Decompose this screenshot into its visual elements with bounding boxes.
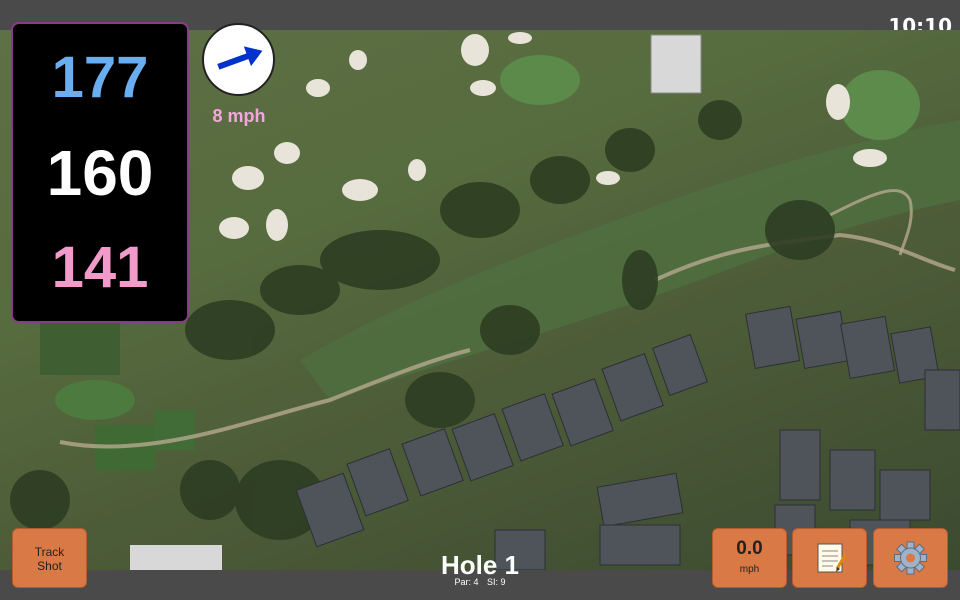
gear-icon xyxy=(894,541,927,575)
settings-button[interactable] xyxy=(873,528,948,588)
distance-back: 177 xyxy=(51,45,149,110)
building xyxy=(650,34,702,94)
track-shot-label: Track xyxy=(34,545,65,559)
hole-info: Par: 4 SI: 9 xyxy=(430,577,530,587)
green xyxy=(840,70,920,140)
wind-indicator xyxy=(202,23,275,96)
building xyxy=(130,545,222,570)
hole-stroke-index: SI: 9 xyxy=(487,577,506,587)
track-shot-button[interactable]: Track Shot xyxy=(12,528,87,588)
green xyxy=(500,55,580,105)
hole-par: Par: 4 xyxy=(454,577,479,587)
distance-panel: 177 160 141 xyxy=(11,22,189,323)
practice-field xyxy=(40,320,120,375)
practice-green xyxy=(55,380,135,420)
distance-front: 141 xyxy=(51,235,149,300)
speed-button[interactable]: 0.0 mph xyxy=(712,528,787,588)
track-shot-label: Shot xyxy=(37,559,62,573)
notes-button[interactable] xyxy=(792,528,867,588)
arrow-right-icon xyxy=(217,46,263,70)
speed-unit: mph xyxy=(739,564,760,575)
wind-speed: 8 mph xyxy=(212,106,266,126)
speed-value: 0.0 xyxy=(736,538,763,559)
notepad-icon xyxy=(817,543,847,573)
distance-middle: 160 xyxy=(46,137,154,209)
